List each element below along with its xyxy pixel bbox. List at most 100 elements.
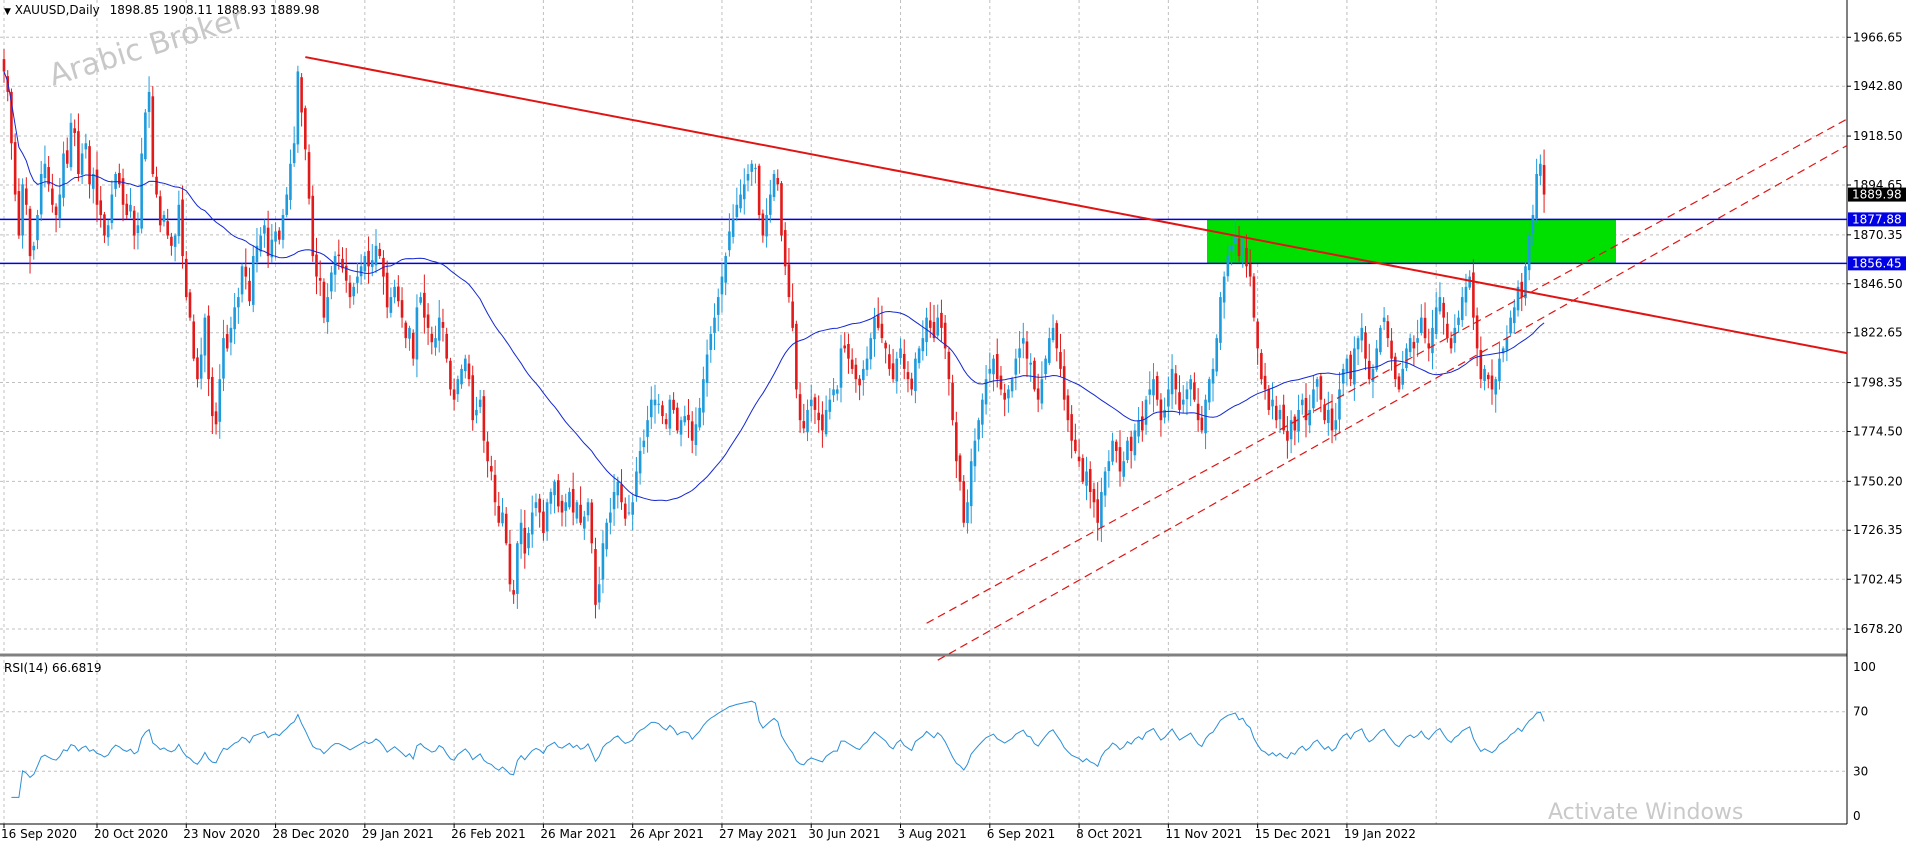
candle-body [1360,327,1364,341]
candle-body [776,177,780,185]
candle-body [1074,439,1077,451]
candle-body [460,368,463,385]
time-tick-label: 15 Dec 2021 [1255,827,1332,841]
candle-body [296,71,300,145]
candle-body [1215,338,1219,372]
candle-body [653,399,657,406]
candle-body [728,231,731,251]
candle-body [478,399,482,407]
candle-body [482,396,486,441]
level-price-tag-label: 1877.88 [1852,212,1902,226]
candle-body [802,421,806,429]
candle-body [958,455,962,482]
price-tick-label: 1750.20 [1853,474,1903,488]
candle-body [1207,379,1211,403]
candle-body [408,327,411,339]
candle-body [1222,276,1226,303]
candle-body [1498,358,1501,382]
candle-body [556,480,560,507]
candle-body [1542,165,1546,195]
candle-body [746,174,750,181]
candle-body [620,484,623,503]
candle-body [463,358,467,372]
candle-body [1040,379,1044,404]
candle-body [709,334,713,350]
candle-body [1141,416,1144,431]
candle-body [188,292,192,318]
candle-body [1100,491,1103,528]
candle-body [423,292,426,318]
price-tick-label: 1702.45 [1853,572,1903,586]
chart-header: ▼ XAUUSD,Daily 1898.85 1908.11 1888.93 1… [4,3,320,17]
candle-body [69,122,73,168]
candle-body [962,481,966,523]
candle-body [415,307,419,360]
time-tick-label: 26 Apr 2021 [630,827,704,841]
time-tick-label: 3 Aug 2021 [898,827,967,841]
candle-body [679,420,683,435]
candle-body [110,194,114,224]
candle-body [1367,360,1371,380]
candle-body [140,153,143,229]
candle-body [664,419,668,425]
candle-body [434,338,437,348]
candle-body [1345,358,1349,372]
candle-body [1010,379,1014,392]
candle-body [1129,436,1133,451]
candle-body [441,322,445,328]
candle-body [568,491,571,508]
candle-body [742,184,746,200]
price-tick-label: 1774.50 [1853,424,1903,438]
candle-body [25,188,28,205]
candle-body [326,297,329,323]
candle-body [1483,368,1486,382]
candle-body [1293,416,1297,431]
candle-body [1524,266,1527,299]
candle-body [769,194,772,215]
candle-body [1486,374,1490,380]
candle-body [1420,317,1423,334]
time-tick-label: 26 Feb 2021 [451,827,526,841]
candle-body [486,441,489,462]
triangle-down-icon[interactable]: ▼ [4,7,11,17]
candle-body [300,77,303,113]
candle-body [765,215,768,237]
candle-body [281,215,285,240]
candle-body [13,142,17,195]
candle-body [612,491,616,510]
candle-body [218,379,222,422]
candle-body [1155,376,1159,400]
candle-body [642,440,646,448]
time-tick-label: 8 Oct 2021 [1076,827,1143,841]
candle-body [545,502,549,532]
candle-body [1505,338,1509,351]
candle-body [1018,348,1021,358]
candle-body [1148,389,1152,395]
candle-body [1036,388,1040,400]
candle-body [1181,399,1185,405]
candle-body [1118,447,1122,472]
candle-body [259,235,262,252]
rsi-tick-label: 70 [1853,705,1868,719]
candle-body [397,286,400,302]
candle-body [1315,379,1319,387]
candle-body [787,264,791,298]
candle-body [1472,272,1475,318]
candle-body [601,543,605,580]
candle-body [51,188,54,205]
candle-body [817,412,820,421]
candle-body [646,420,649,437]
candle-body [1535,174,1538,219]
candle-body [702,379,705,413]
candle-body [1070,414,1073,441]
candle-body [616,481,620,496]
candle-body [1245,247,1248,267]
candle-body [211,376,214,417]
candle-body [1174,373,1178,390]
candle-body [363,256,367,272]
candle-body [504,513,508,544]
symbol-label: XAUUSD,Daily [14,3,100,17]
candle-body [1263,375,1267,390]
candle-body [285,194,289,215]
candle-body [192,321,196,359]
